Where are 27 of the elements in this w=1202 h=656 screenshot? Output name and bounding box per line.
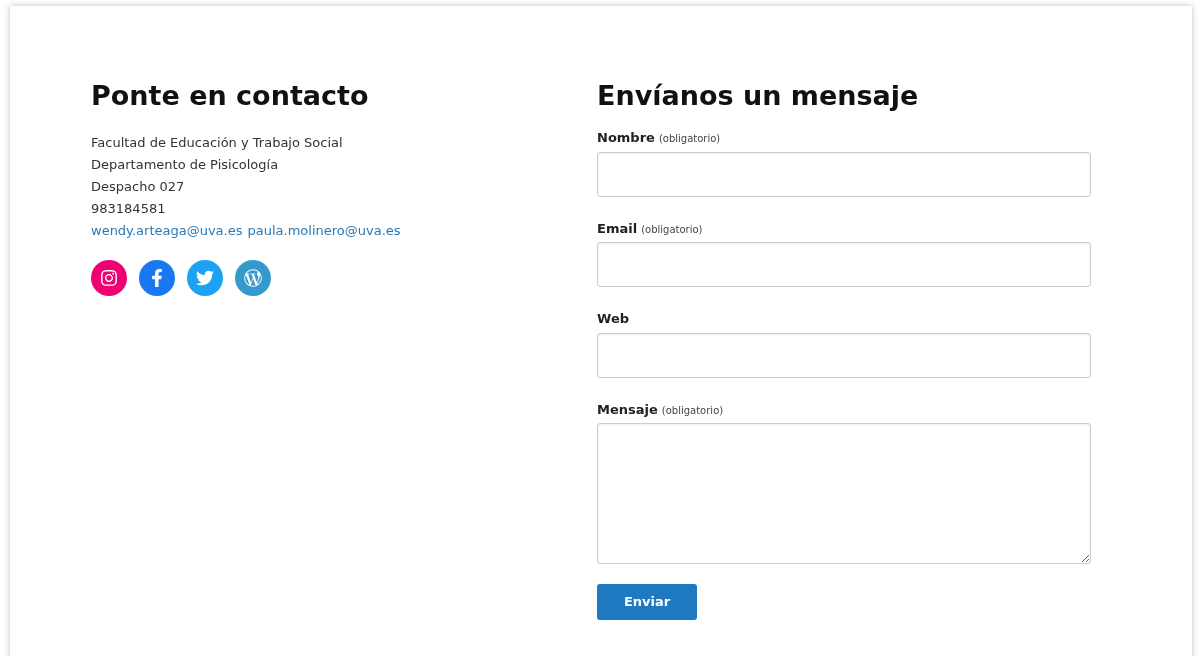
input-field[interactable] (597, 151, 1091, 197)
section-title: Envíanos un mensaje (597, 79, 920, 113)
social-link[interactable] (235, 260, 271, 296)
input-field[interactable] (597, 242, 1091, 287)
required-note: (obligatorio) (661, 403, 724, 418)
required-note: (obligatorio) (641, 222, 703, 237)
wordpress-icon (244, 269, 262, 287)
field-label: Web (597, 310, 629, 328)
social-link[interactable] (187, 260, 223, 296)
address-line: Facultad de Educación y Trabajo Social (91, 134, 343, 152)
email-link[interactable]: wendy.arteaga@uva.es (91, 220, 243, 242)
message-field[interactable] (597, 423, 1091, 564)
address-line: Despacho 027 (91, 178, 185, 196)
input-field[interactable] (597, 332, 1091, 378)
email-link[interactable]: paula.molinero@uva.es (247, 220, 401, 242)
bird-icon (196, 269, 214, 287)
social-link[interactable] (91, 260, 127, 296)
section-title: Ponte en contacto (91, 79, 370, 113)
address-line: Departamento de Pisicología (91, 156, 279, 174)
required-note: (obligatorio) (658, 132, 721, 146)
field-label: Nombre (597, 129, 655, 147)
social-link[interactable] (139, 260, 175, 296)
camera-icon (100, 269, 118, 287)
field-label: Email (597, 219, 638, 238)
submit-button[interactable]: Enviar (597, 584, 697, 620)
address-line: 983184581 (91, 200, 166, 218)
field-label: Mensaje (597, 400, 658, 419)
